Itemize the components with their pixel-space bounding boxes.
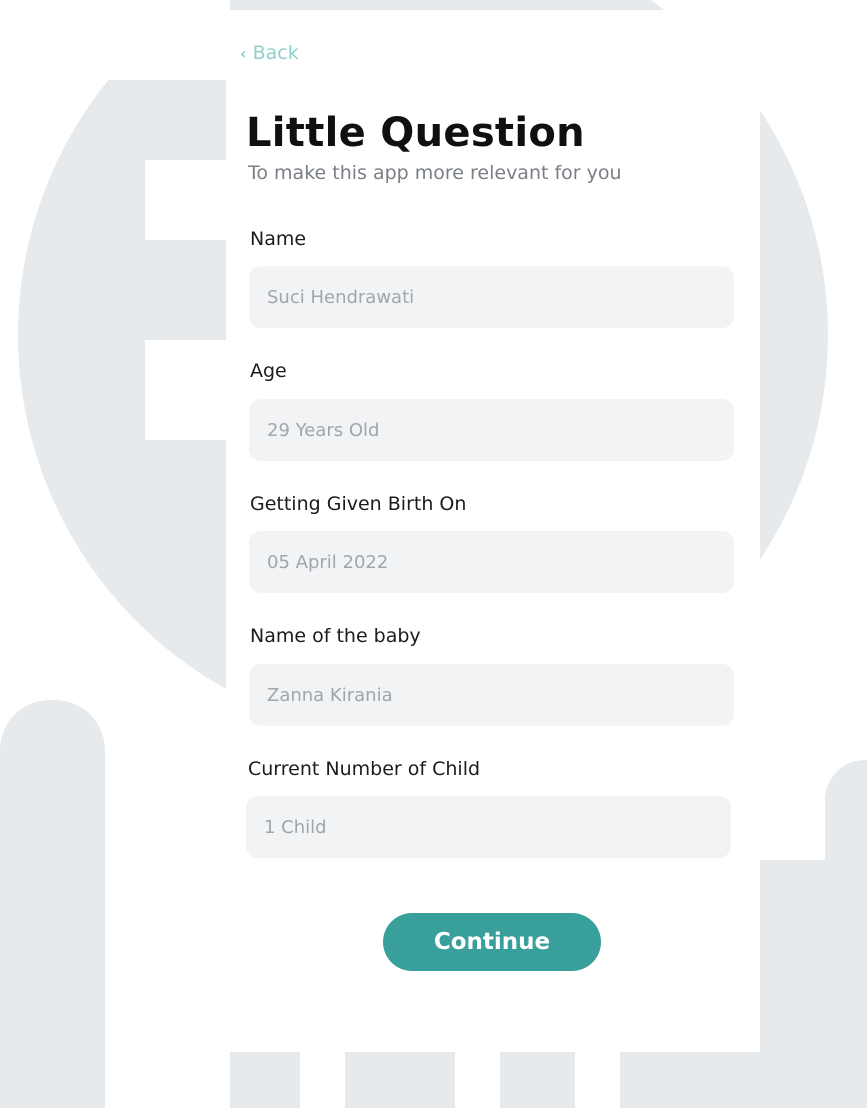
chevron-left-icon: ‹ [240,43,247,63]
watermark-cutout [300,1052,345,1108]
baby-name-input[interactable] [249,664,734,726]
birth-date-input[interactable] [249,531,734,593]
name-input[interactable] [249,266,734,328]
watermark-cutout [455,1052,500,1108]
watermark-cutout [0,0,230,80]
back-label: Back [252,42,299,64]
page-title: Little Question [246,110,585,156]
child-count-label: Current Number of Child [248,758,481,780]
page-subtitle: To make this app more relevant for you [248,162,622,184]
watermark-letter-n [760,860,867,1108]
birth-date-label: Getting Given Birth On [250,493,467,515]
watermark-cutout [575,1052,620,1108]
watermark-cutout [145,160,230,240]
child-count-input[interactable] [246,796,731,858]
baby-name-label: Name of the baby [250,625,421,647]
age-label: Age [250,360,287,382]
continue-button[interactable]: Continue [383,913,601,971]
watermark-cutout [105,820,230,1108]
age-input[interactable] [249,399,734,461]
name-label: Name [250,228,307,250]
watermark-cutout [145,340,230,440]
back-link[interactable]: ‹ Back [240,42,299,64]
phone-screen: ‹ Back Little Question To make this app … [226,10,760,1052]
